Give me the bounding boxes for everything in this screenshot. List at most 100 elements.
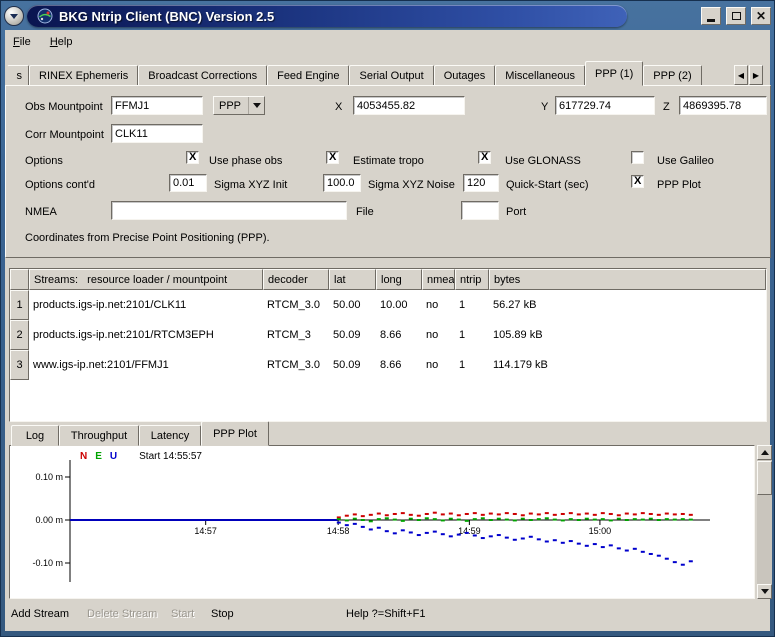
tab-serial-output[interactable]: Serial Output <box>349 65 433 86</box>
column-header-mountpoint[interactable]: Streams: resource loader / mountpoint <box>29 269 263 290</box>
title-capsule: BKG Ntrip Client (BNC) Version 2.5 <box>27 5 627 27</box>
ppp-plot-canvas: 0.10 m0.00 m-0.10 m14:5714:5814:5915:00 <box>10 446 754 598</box>
row-3-nmea: no <box>422 350 455 380</box>
menu-help[interactable]: Help <box>42 30 81 52</box>
column-header-ntrip[interactable]: ntrip <box>455 269 489 290</box>
chevron-down-icon <box>253 103 261 108</box>
row-3-decoder: RTCM_3.0 <box>263 350 329 380</box>
x-label: X <box>335 100 342 115</box>
options-label: Options <box>25 154 63 169</box>
use-galileo-checkbox[interactable] <box>631 151 644 164</box>
ppp-plot-panel: N E U Start 14:55:57 0.10 m0.00 m-0.10 m… <box>9 445 755 599</box>
tab-ppp-2[interactable]: PPP (2) <box>643 65 701 86</box>
tab-scroll-right-button[interactable]: ▶ <box>749 65 763 85</box>
column-header-bytes[interactable]: bytes <box>489 269 766 290</box>
port-label: Port <box>506 205 526 220</box>
tab-latency[interactable]: Latency <box>139 425 201 446</box>
action-bar: Add Stream Delete Stream Start Stop Help… <box>5 608 770 628</box>
menubar: File Help <box>5 30 770 56</box>
z-coordinate-input[interactable] <box>679 96 767 115</box>
row-2-long: 8.66 <box>376 320 422 350</box>
column-header-nmea[interactable]: nmea <box>422 269 455 290</box>
nmea-port-input[interactable] <box>461 201 499 220</box>
z-label: Z <box>663 100 670 115</box>
sigma-xyz-noise-input[interactable] <box>323 174 361 192</box>
window-menu-button[interactable] <box>4 6 24 26</box>
main-tabbar: s RINEX Ephemeris Broadcast Corrections … <box>7 61 702 86</box>
sigma-xyz-init-label: Sigma XYZ Init <box>214 178 287 193</box>
quick-start-label: Quick-Start (sec) <box>506 178 589 193</box>
titlebar[interactable]: BKG Ntrip Client (BNC) Version 2.5 ✕ <box>4 4 771 28</box>
scrollbar-thumb[interactable] <box>757 461 772 495</box>
column-header-lat[interactable]: lat <box>329 269 376 290</box>
obs-type-select[interactable]: PPP <box>213 96 265 115</box>
tab-log[interactable]: Log <box>11 425 59 446</box>
row-1-mountpoint[interactable]: products.igs-ip.net:2101/CLK11 <box>29 290 263 320</box>
obs-type-arrow-button[interactable] <box>248 97 264 114</box>
estimate-tropo-checkbox[interactable] <box>326 151 339 164</box>
tab-outages[interactable]: Outages <box>434 65 496 86</box>
tab-ppp-plot[interactable]: PPP Plot <box>201 421 269 446</box>
tab-ppp-1[interactable]: PPP (1) <box>585 61 643 86</box>
app-icon <box>37 8 53 24</box>
y-coordinate-input[interactable] <box>555 96 655 115</box>
nmea-file-label: File <box>356 205 374 220</box>
use-phase-obs-label: Use phase obs <box>209 154 282 169</box>
row-2-decoder: RTCM_3 <box>263 320 329 350</box>
tab-broadcast-corrections[interactable]: Broadcast Corrections <box>138 65 267 86</box>
menu-file[interactable]: File <box>5 30 39 52</box>
svg-text:-0.10 m: -0.10 m <box>32 558 63 568</box>
stop-button[interactable]: Stop <box>211 608 234 620</box>
legend-u: U <box>110 451 117 462</box>
row-3-mountpoint[interactable]: www.igs-ip.net:2101/FFMJ1 <box>29 350 263 380</box>
quick-start-input[interactable] <box>463 174 499 192</box>
row-2-bytes: 105.89 kB <box>489 320 766 350</box>
row-1-decoder: RTCM_3.0 <box>263 290 329 320</box>
row-1-header[interactable]: 1 <box>10 290 29 320</box>
svg-text:14:58: 14:58 <box>327 526 350 536</box>
use-phase-obs-checkbox[interactable] <box>186 151 199 164</box>
row-3-header[interactable]: 3 <box>10 350 29 380</box>
column-header-long[interactable]: long <box>376 269 422 290</box>
column-header-decoder[interactable]: decoder <box>263 269 329 290</box>
plot-scrollbar[interactable] <box>757 445 772 599</box>
sigma-xyz-noise-label: Sigma XYZ Noise <box>368 178 455 193</box>
table-corner-cell <box>10 269 29 290</box>
svg-text:15:00: 15:00 <box>589 526 612 536</box>
tab-clipped[interactable]: s <box>7 65 29 86</box>
scrollbar-down-button[interactable] <box>757 584 772 599</box>
x-coordinate-input[interactable] <box>353 96 465 115</box>
estimate-tropo-label: Estimate tropo <box>353 154 424 169</box>
tab-miscellaneous[interactable]: Miscellaneous <box>495 65 585 86</box>
legend-n: N <box>80 451 87 462</box>
start-button[interactable]: Start <box>171 608 194 620</box>
delete-stream-button[interactable]: Delete Stream <box>87 608 157 620</box>
sigma-xyz-init-input[interactable] <box>169 174 207 192</box>
help-button[interactable]: Help ?=Shift+F1 <box>346 608 426 620</box>
tab-throughput[interactable]: Throughput <box>59 425 139 446</box>
nmea-input[interactable] <box>111 201 347 220</box>
maximize-button[interactable] <box>726 7 746 25</box>
row-1-long: 10.00 <box>376 290 422 320</box>
tab-rinex-ephemeris[interactable]: RINEX Ephemeris <box>29 65 138 86</box>
use-glonass-checkbox[interactable] <box>478 151 491 164</box>
row-2-header[interactable]: 2 <box>10 320 29 350</box>
tab-scroll-left-button[interactable]: ◀ <box>734 65 748 85</box>
row-3-long: 8.66 <box>376 350 422 380</box>
row-3-ntrip: 1 <box>455 350 489 380</box>
minimize-button[interactable] <box>701 7 721 25</box>
ppp-plot-checkbox[interactable] <box>631 175 644 188</box>
ppp-plot-label: PPP Plot <box>657 178 701 193</box>
svg-text:14:57: 14:57 <box>194 526 217 536</box>
scrollbar-up-button[interactable] <box>757 445 772 460</box>
obs-mountpoint-input[interactable] <box>111 96 203 115</box>
tab-feed-engine[interactable]: Feed Engine <box>267 65 349 86</box>
close-button[interactable]: ✕ <box>751 7 771 25</box>
use-glonass-label: Use GLONASS <box>505 154 581 169</box>
add-stream-button[interactable]: Add Stream <box>11 608 69 620</box>
row-2-mountpoint[interactable]: products.igs-ip.net:2101/RTCM3EPH <box>29 320 263 350</box>
corr-mountpoint-input[interactable] <box>111 124 203 143</box>
y-label: Y <box>541 100 548 115</box>
row-2-ntrip: 1 <box>455 320 489 350</box>
row-2-lat: 50.09 <box>329 320 376 350</box>
